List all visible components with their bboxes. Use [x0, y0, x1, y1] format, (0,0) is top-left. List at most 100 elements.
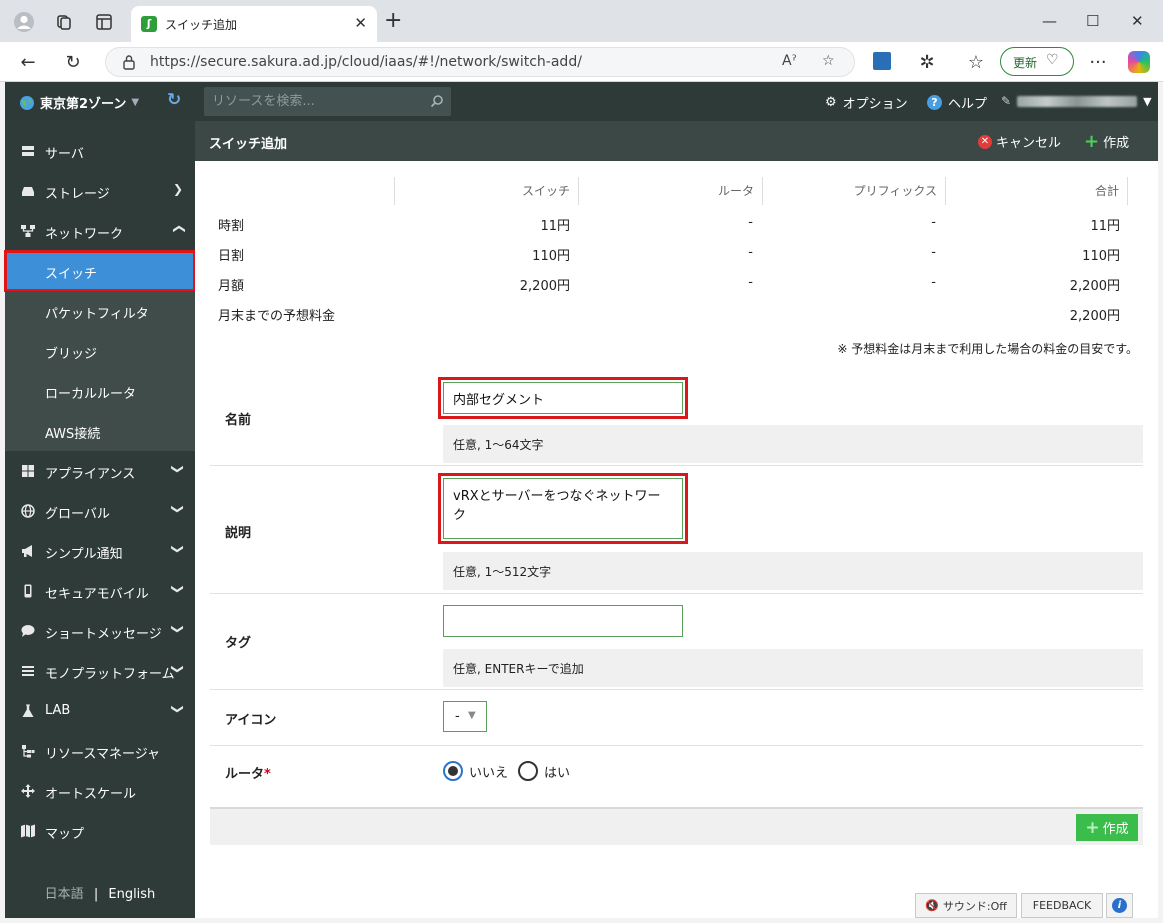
sidebar-item-bridge[interactable]: ブリッジ — [5, 331, 195, 371]
sidebar-item-map[interactable]: マップ — [5, 811, 195, 851]
pricing-note: ※ 予想料金は月末まで利用した場合の料金の目安です。 — [837, 342, 1138, 356]
icon-select[interactable]: - ▼ — [443, 701, 487, 732]
sound-toggle-button[interactable]: 🔇 サウンド:Off — [915, 893, 1017, 918]
copilot-icon[interactable] — [1128, 51, 1150, 73]
search-icon[interactable] — [430, 94, 444, 108]
sidebar-item-secure-mobile[interactable]: セキュアモバイル ❯ — [5, 571, 195, 611]
megaphone-icon — [22, 545, 32, 557]
lang-japanese-link[interactable]: 日本語 — [45, 887, 84, 902]
tag-label: タグ — [225, 636, 252, 651]
lang-separator: | — [93, 887, 99, 902]
sidebar-item-label: ブリッジ — [45, 347, 98, 362]
router-yes-label[interactable]: はい — [544, 762, 570, 781]
refresh-icon[interactable]: ↻ — [167, 90, 189, 112]
sidebar-item-lab[interactable]: LAB ❯ — [5, 691, 195, 731]
flask-icon — [22, 704, 34, 717]
window-close-icon[interactable]: ✕ — [1131, 12, 1144, 30]
lang-english-link[interactable]: English — [108, 887, 155, 902]
sidebar-item-simple-notification[interactable]: シンプル通知 ❯ — [5, 531, 195, 571]
new-tab-icon[interactable]: + — [384, 10, 402, 32]
profile-icon[interactable] — [11, 9, 37, 35]
sidebar-item-label: LAB — [45, 703, 71, 718]
sidebar-item-short-message[interactable]: ショートメッセージ ❯ — [5, 611, 195, 651]
page-title: スイッチ追加 — [209, 137, 288, 152]
sidebar-item-network[interactable]: ネットワーク ❯ — [5, 211, 195, 251]
cell: 2,200円 — [519, 279, 570, 294]
browser-tab-active[interactable]: ʃ スイッチ追加 ✕ — [131, 6, 377, 42]
router-yes-radio[interactable] — [518, 761, 538, 781]
favorite-star-icon[interactable]: ☆ — [822, 53, 835, 69]
description-textarea[interactable]: vRXとサーバーをつなぐネットワーク — [443, 478, 683, 539]
options-link[interactable]: ⚙ オプション — [825, 93, 908, 112]
sidebar-item-label: ローカルルータ — [45, 387, 137, 402]
network-icon — [21, 225, 35, 237]
browser-address-bar: ← ↻ https://secure.sakura.ad.jp/cloud/ia… — [0, 42, 1163, 82]
cancel-button[interactable]: ✕ キャンセル — [978, 132, 1061, 151]
router-no-radio[interactable] — [443, 761, 463, 781]
router-no-label[interactable]: いいえ — [469, 762, 508, 781]
collections-icon[interactable]: ☆ — [964, 51, 988, 73]
workspaces-icon[interactable] — [51, 9, 77, 35]
sidebar-item-appliance[interactable]: アプライアンス ❯ — [5, 451, 195, 491]
sidebar-item-autoscale[interactable]: オートスケール — [5, 771, 195, 811]
plus-icon: + — [1084, 130, 1100, 152]
chevron-down-icon: ❯ — [172, 182, 183, 196]
update-button[interactable]: 更新 ♡ — [1000, 47, 1074, 76]
select-caret-icon: ▼ — [468, 710, 476, 721]
extension-s-icon[interactable] — [873, 52, 891, 70]
name-input[interactable] — [443, 382, 683, 414]
table-row: 時割 11円 - - 11円 — [210, 215, 1143, 237]
plus-icon: + — [1085, 817, 1100, 838]
more-menu-icon[interactable]: ··· — [1086, 51, 1110, 73]
chevron-down-icon: ❯ — [170, 703, 185, 715]
sidebar-item-label: モノプラットフォーム — [45, 667, 175, 682]
sidebar: サーバ ストレージ ❯ ネットワーク ❯ スイッチ パケットフィルタ ブリッジ … — [4, 121, 196, 918]
url-field[interactable]: https://secure.sakura.ad.jp/cloud/iaas/#… — [105, 47, 855, 77]
tab-title: スイッチ追加 — [165, 18, 238, 32]
sidebar-item-mono-platform[interactable]: モノプラットフォーム ❯ — [5, 651, 195, 691]
router-label-group: ルータ* — [225, 763, 271, 782]
sidebar-item-server[interactable]: サーバ — [5, 131, 195, 171]
sidebar-item-switch[interactable]: スイッチ — [4, 250, 196, 292]
row-label: 時割 — [218, 219, 245, 234]
sidebar-item-label: シンプル通知 — [45, 547, 123, 562]
zone-caret-icon: ▼ — [131, 97, 140, 108]
user-name-redacted — [1017, 95, 1138, 107]
user-menu[interactable]: ✎ ▼ — [1001, 94, 1152, 108]
info-button[interactable]: i — [1106, 893, 1133, 918]
tab-actions-icon[interactable] — [91, 9, 117, 35]
create-top-button[interactable]: + 作成 — [1084, 132, 1129, 151]
pricing-header-router: ルータ — [578, 177, 762, 205]
mobile-icon — [24, 584, 32, 598]
language-switcher: 日本語 | English — [5, 883, 195, 902]
sidebar-item-packet-filter[interactable]: パケットフィルタ — [5, 291, 195, 331]
back-icon[interactable]: ← — [16, 51, 40, 73]
minimize-icon[interactable]: — — [1042, 12, 1057, 30]
sidebar-item-global[interactable]: グローバル ❯ — [5, 491, 195, 531]
sidebar-item-label: サーバ — [45, 147, 84, 162]
sakura-favicon-icon: ʃ — [141, 16, 157, 32]
resource-search-input[interactable] — [204, 87, 424, 116]
chevron-down-icon: ❯ — [170, 463, 185, 475]
reload-icon[interactable]: ↻ — [61, 51, 85, 73]
maximize-icon[interactable]: ☐ — [1086, 12, 1099, 30]
create-button[interactable]: + 作成 — [1076, 814, 1138, 841]
tag-input[interactable] — [443, 605, 683, 637]
extensions-puzzle-icon[interactable]: ✲ — [915, 51, 939, 73]
cell: 110円 — [532, 249, 570, 264]
sidebar-item-local-router[interactable]: ローカルルータ — [5, 371, 195, 411]
app-header: 東京第2ゾーン ▼ ↻ ⚙ オプション ? ヘルプ ✎ ▼ — [5, 82, 1158, 121]
sidebar-item-label: ネットワーク — [45, 227, 124, 242]
tab-close-icon[interactable]: ✕ — [354, 14, 367, 32]
feedback-button[interactable]: FEEDBACK — [1021, 893, 1103, 918]
sidebar-item-label: スイッチ — [45, 267, 98, 282]
sidebar-item-aws-connect[interactable]: AWS接続 — [5, 411, 195, 451]
zone-selector[interactable]: 東京第2ゾーン ▼ — [19, 93, 139, 112]
sidebar-item-resource-manager[interactable]: リソースマネージャ — [5, 731, 195, 771]
sidebar-item-storage[interactable]: ストレージ ❯ — [5, 171, 195, 211]
help-link[interactable]: ? ヘルプ — [927, 93, 987, 112]
read-aloud-icon[interactable]: Aˀ — [782, 53, 797, 69]
options-label: オプション — [842, 97, 908, 112]
sidebar-item-label: パケットフィルタ — [45, 307, 149, 322]
cell: 110円 — [1082, 249, 1120, 264]
